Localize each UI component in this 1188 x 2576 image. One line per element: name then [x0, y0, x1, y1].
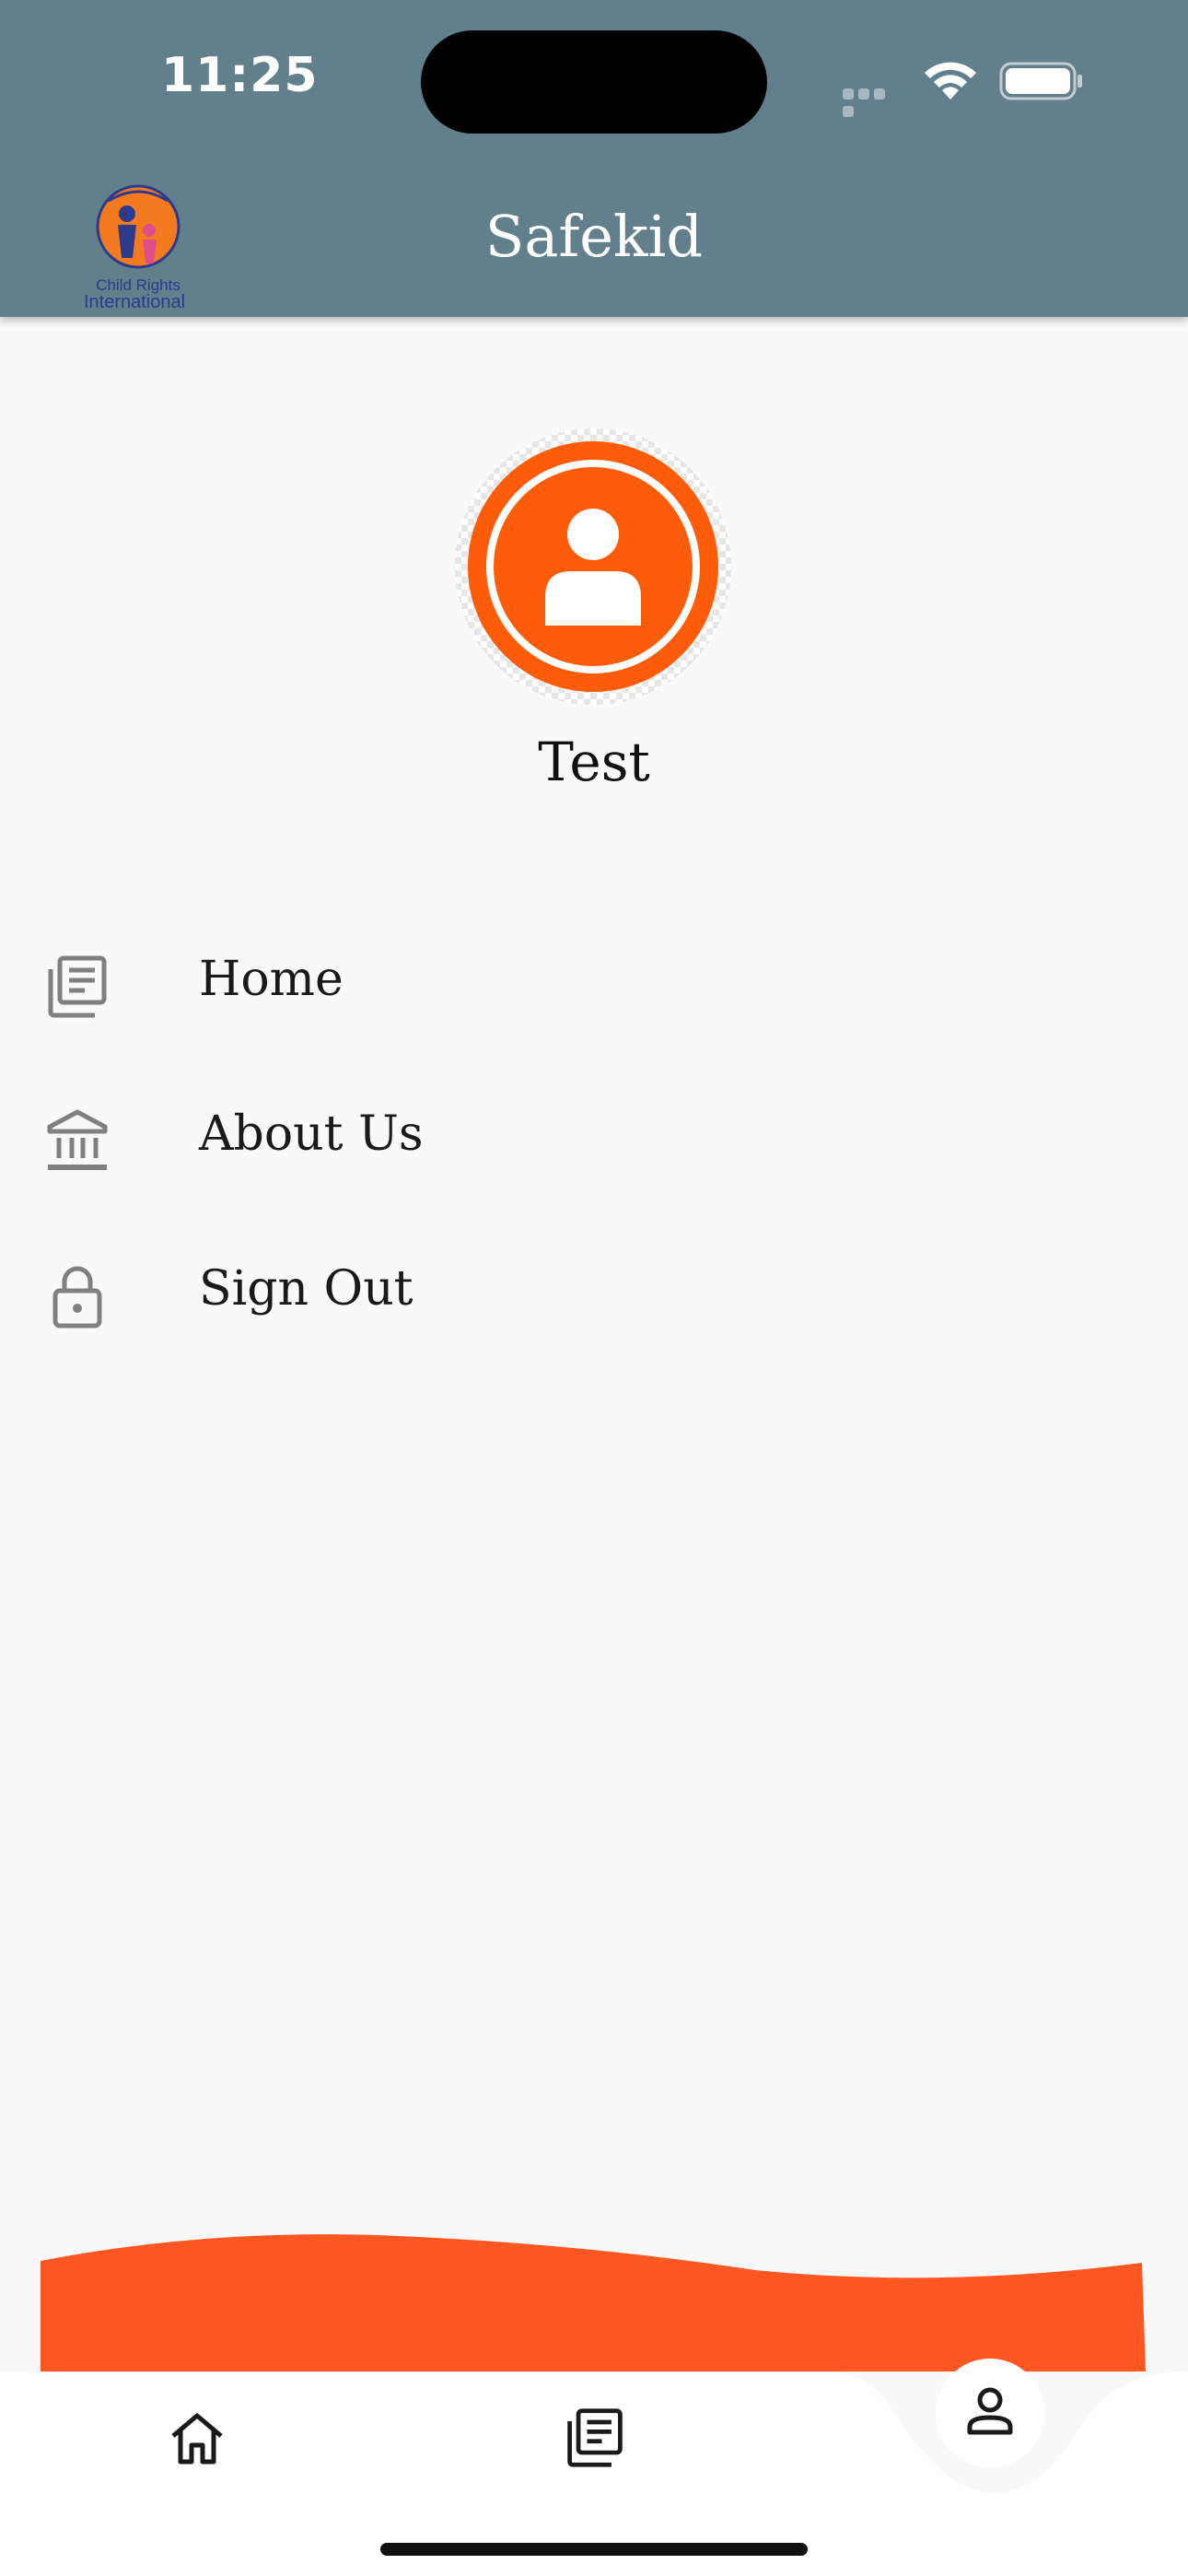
- menu-item-label: About Us: [199, 1107, 424, 1162]
- menu-item-sign-out[interactable]: Sign Out: [0, 1226, 1188, 1364]
- page-title: Safekid: [484, 203, 704, 270]
- menu-item-label: Sign Out: [199, 1261, 413, 1317]
- user-name: Test: [538, 731, 650, 793]
- lock-icon: [52, 1266, 102, 1329]
- home-icon[interactable]: [168, 2408, 227, 2467]
- dynamic-island: [421, 30, 767, 134]
- menu-item-home[interactable]: Home: [0, 917, 1188, 1055]
- home-indicator[interactable]: [380, 2543, 808, 2556]
- avatar[interactable]: [455, 428, 731, 705]
- status-time: 11:25: [161, 48, 319, 103]
- profile-nav-button[interactable]: [936, 2359, 1044, 2467]
- battery-icon: [999, 62, 1082, 100]
- svg-text:International: International: [84, 292, 185, 311]
- wifi-icon: [925, 62, 976, 100]
- app-header: 11:25 Child Rights International Safekid: [0, 0, 1188, 317]
- bank-icon: [47, 1109, 108, 1170]
- newspaper-icon[interactable]: [564, 2406, 626, 2469]
- status-bar: 11:25: [0, 0, 1188, 157]
- cellular-signal-icon: [843, 86, 903, 117]
- person-icon: [967, 2387, 1013, 2435]
- person-icon: [455, 428, 731, 705]
- menu-item-about-us[interactable]: About Us: [0, 1071, 1188, 1210]
- newspaper-icon: [48, 955, 107, 1018]
- menu-item-label: Home: [199, 952, 344, 1007]
